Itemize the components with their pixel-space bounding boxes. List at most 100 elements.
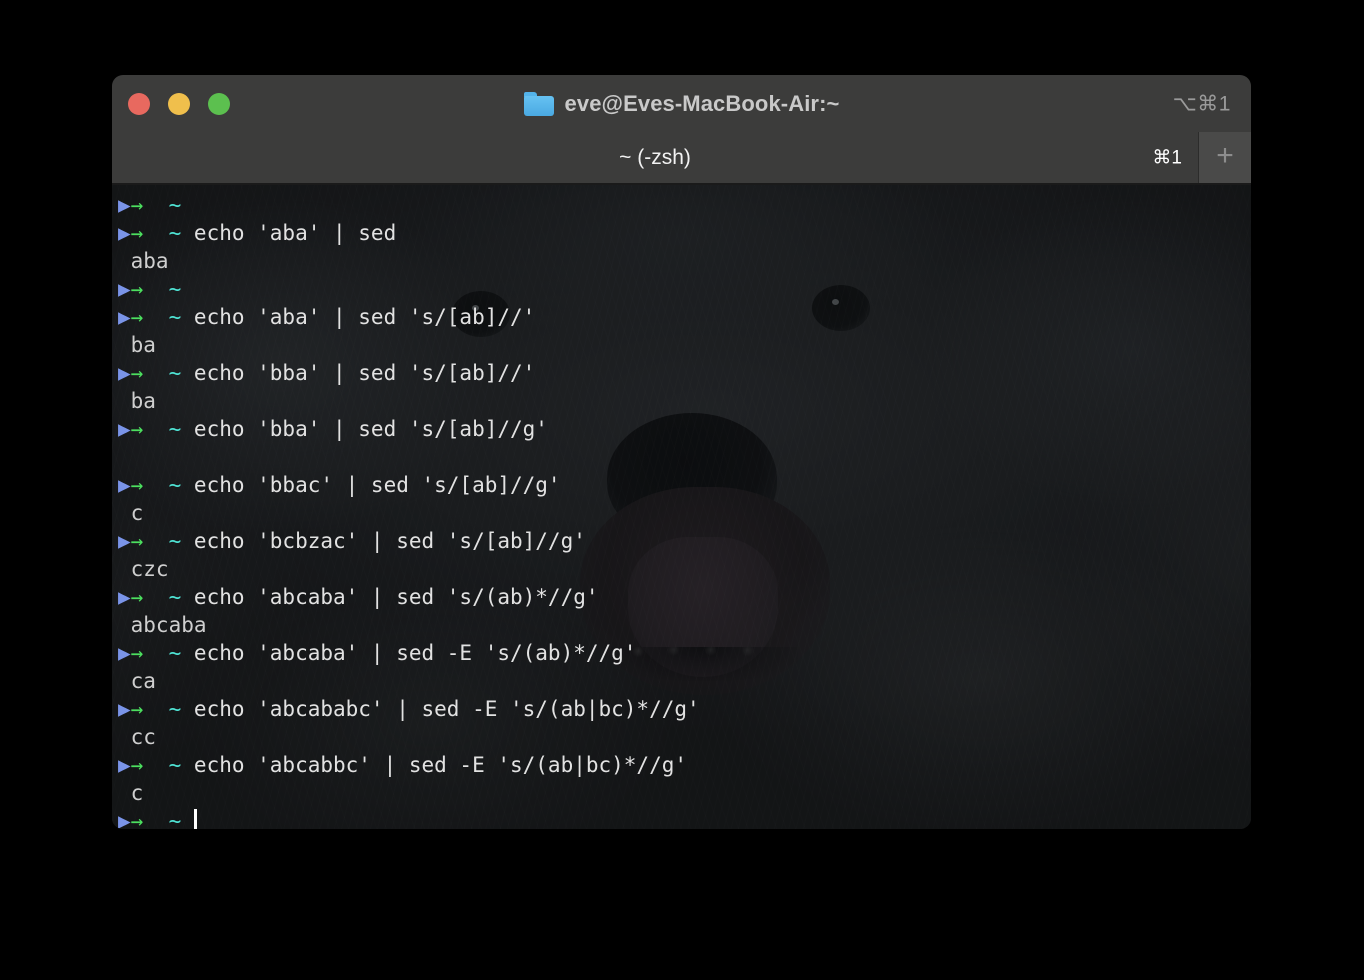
terminal-command-text: echo 'bcbzac' | sed 's/[ab]//g' — [193, 529, 586, 553]
terminal-output-line: aba — [118, 247, 1251, 275]
prompt-arrow-green-icon: → — [130, 361, 144, 385]
terminal-output-text: ba — [118, 389, 156, 413]
prompt-cwd-tilde: ~ — [168, 585, 182, 609]
terminal-output-line: ba — [118, 331, 1251, 359]
terminal-output-line — [118, 443, 1251, 471]
prompt-gap — [143, 529, 168, 553]
prompt-gap — [143, 753, 168, 777]
terminal-scrollback[interactable]: ▶→ ~ ▶→ ~ echo 'aba' | sed aba ▶→ ~ ▶→ ~ … — [112, 185, 1251, 829]
terminal-prompt-line: ▶→ ~ — [118, 191, 1251, 219]
prompt-cwd-tilde: ~ — [168, 305, 182, 329]
terminal-window[interactable]: eve@Eves-MacBook-Air:~ ⌥⌘1 ~ (-zsh) ⌘1 +… — [112, 75, 1251, 829]
prompt-gap — [181, 417, 194, 441]
prompt-gap — [181, 809, 194, 829]
terminal-prompt-line: ▶→ ~ echo 'abcabbc' | sed -E 's/(ab|bc)*… — [118, 751, 1251, 779]
prompt-gap — [143, 809, 168, 829]
prompt-cwd-tilde: ~ — [168, 529, 182, 553]
terminal-prompt-line: ▶→ ~ echo 'bbac' | sed 's/[ab]//g' — [118, 471, 1251, 499]
prompt-cwd-tilde: ~ — [168, 473, 182, 497]
prompt-gap — [143, 193, 168, 217]
prompt-gap — [143, 641, 168, 665]
terminal-cursor — [193, 809, 197, 829]
terminal-command-text: echo 'bba' | sed 's/[ab]//' — [193, 361, 536, 385]
window-titlebar[interactable]: eve@Eves-MacBook-Air:~ ⌥⌘1 — [112, 75, 1251, 132]
terminal-output-text: abcaba — [118, 613, 207, 637]
terminal-output-text: c — [118, 781, 144, 805]
prompt-gap — [181, 585, 194, 609]
tab-bar: ~ (-zsh) ⌘1 + — [112, 132, 1251, 185]
prompt-gap — [143, 585, 168, 609]
prompt-arrow-blue-icon: ▶ — [118, 753, 131, 777]
prompt-gap — [181, 473, 194, 497]
prompt-gap — [181, 305, 194, 329]
prompt-arrow-green-icon: → — [130, 277, 144, 301]
terminal-output-line: c — [118, 779, 1251, 807]
prompt-gap — [143, 473, 168, 497]
maximize-window-button[interactable] — [208, 92, 230, 115]
terminal-output-line: abcaba — [118, 611, 1251, 639]
terminal-command-text: echo 'abcabbc' | sed -E 's/(ab|bc)*//g' — [193, 753, 688, 777]
prompt-arrow-blue-icon: ▶ — [118, 305, 131, 329]
prompt-cwd-tilde: ~ — [168, 361, 182, 385]
prompt-gap — [181, 641, 194, 665]
prompt-gap — [181, 277, 194, 301]
tab-shortcut-label: ⌘1 — [1152, 147, 1182, 168]
terminal-command-text: echo 'aba' | sed — [193, 221, 397, 245]
terminal-output-text — [118, 445, 131, 469]
terminal-output-text: cc — [118, 725, 156, 749]
prompt-arrow-blue-icon: ▶ — [118, 529, 131, 553]
terminal-output-text: ba — [118, 333, 156, 357]
prompt-gap — [143, 277, 168, 301]
terminal-command-text: echo 'abcaba' | sed -E 's/(ab)*//g' — [193, 641, 637, 665]
close-window-button[interactable] — [128, 92, 150, 115]
prompt-arrow-blue-icon: ▶ — [118, 697, 131, 721]
prompt-gap — [143, 361, 168, 385]
terminal-prompt-line: ▶→ ~ echo 'bcbzac' | sed 's/[ab]//g' — [118, 527, 1251, 555]
prompt-cwd-tilde: ~ — [168, 417, 182, 441]
prompt-cwd-tilde: ~ — [168, 193, 182, 217]
prompt-cwd-tilde: ~ — [168, 641, 182, 665]
prompt-arrow-green-icon: → — [130, 305, 144, 329]
prompt-cwd-tilde: ~ — [168, 221, 182, 245]
terminal-prompt-line: ▶→ ~ echo 'abcaba' | sed -E 's/(ab)*//g' — [118, 639, 1251, 667]
terminal-command-text: echo 'bba' | sed 's/[ab]//g' — [193, 417, 548, 441]
terminal-output-text: czc — [118, 557, 169, 581]
terminal-output-text: c — [118, 501, 144, 525]
prompt-arrow-blue-icon: ▶ — [118, 193, 131, 217]
prompt-arrow-blue-icon: ▶ — [118, 221, 131, 245]
prompt-gap — [181, 221, 194, 245]
terminal-prompt-line: ▶→ ~ echo 'bba' | sed 's/[ab]//g' — [118, 415, 1251, 443]
terminal-body[interactable]: ▶→ ~ ▶→ ~ echo 'aba' | sed aba ▶→ ~ ▶→ ~ … — [112, 185, 1251, 829]
prompt-arrow-green-icon: → — [130, 809, 144, 829]
prompt-arrow-green-icon: → — [130, 193, 144, 217]
prompt-gap — [181, 753, 194, 777]
prompt-arrow-green-icon: → — [130, 529, 144, 553]
minimize-window-button[interactable] — [168, 92, 190, 115]
terminal-prompt-line: ▶→ ~ — [118, 275, 1251, 303]
new-tab-button[interactable]: + — [1198, 132, 1251, 183]
prompt-arrow-green-icon: → — [130, 753, 144, 777]
prompt-gap — [143, 417, 168, 441]
prompt-arrow-blue-icon: ▶ — [118, 277, 131, 301]
prompt-arrow-blue-icon: ▶ — [118, 641, 131, 665]
terminal-prompt-line: ▶→ ~ echo 'aba' | sed 's/[ab]//' — [118, 303, 1251, 331]
traffic-lights — [128, 92, 230, 115]
prompt-arrow-blue-icon: ▶ — [118, 585, 131, 609]
tab-title: ~ (-zsh) — [619, 145, 691, 169]
titlebar-shortcut-label: ⌥⌘1 — [1172, 92, 1231, 115]
terminal-output-line: ba — [118, 387, 1251, 415]
prompt-gap — [181, 361, 194, 385]
terminal-command-text: echo 'abcababc' | sed -E 's/(ab|bc)*//g' — [193, 697, 700, 721]
prompt-cwd-tilde: ~ — [168, 809, 182, 829]
terminal-command-text: echo 'aba' | sed 's/[ab]//' — [193, 305, 536, 329]
terminal-prompt-line: ▶→ ~ echo 'abcababc' | sed -E 's/(ab|bc)… — [118, 695, 1251, 723]
prompt-arrow-green-icon: → — [130, 473, 144, 497]
prompt-cwd-tilde: ~ — [168, 697, 182, 721]
tab-zsh[interactable]: ~ (-zsh) ⌘1 — [112, 132, 1198, 183]
prompt-gap — [181, 193, 194, 217]
terminal-prompt-line: ▶→ ~ echo 'abcaba' | sed 's/(ab)*//g' — [118, 583, 1251, 611]
prompt-arrow-green-icon: → — [130, 221, 144, 245]
terminal-output-line: czc — [118, 555, 1251, 583]
window-title: eve@Eves-MacBook-Air:~ — [564, 90, 840, 116]
prompt-gap — [181, 697, 194, 721]
